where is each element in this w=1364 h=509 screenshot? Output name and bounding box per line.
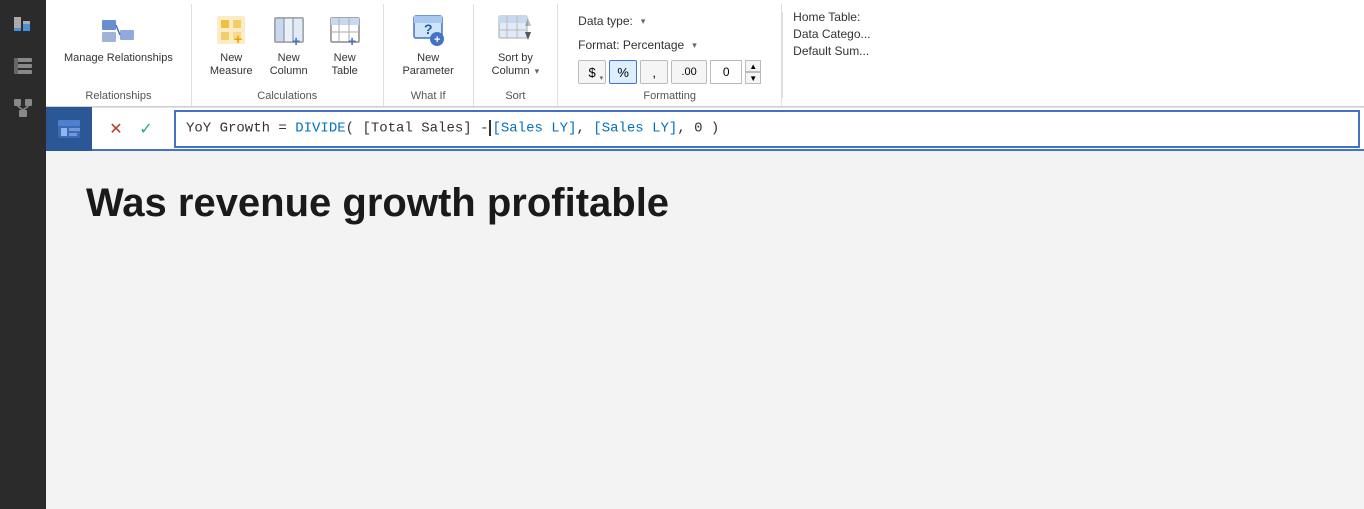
defaultsum-row: Default Sum...	[793, 44, 933, 58]
manage-relationships-label: Manage Relationships	[64, 52, 173, 65]
sort-by-column-label: Sort byColumn ▾	[492, 52, 540, 78]
svg-text:?: ?	[424, 21, 433, 37]
new-column-btn[interactable]: + NewColumn	[263, 8, 315, 82]
format-controls: $ ▾ % , .00 ▲ ▼	[572, 58, 767, 86]
defaultsum-label: Default Sum...	[793, 44, 869, 58]
comma-symbol: ,	[652, 65, 656, 80]
currency-btn[interactable]: $ ▾	[578, 60, 606, 84]
decimal-btn[interactable]: .00	[671, 60, 707, 84]
svg-text:+: +	[348, 33, 356, 46]
ribbon-group-relationships: Manage Relationships Relationships	[46, 4, 192, 106]
decimal-spinner[interactable]: ▲ ▼	[745, 60, 761, 84]
format-dropdown-arrow[interactable]: ▾	[692, 40, 697, 51]
formula-bar: ✕ ✓ YoY Growth = DIVIDE( [Total Sales] -…	[46, 107, 1364, 151]
model-view-icon[interactable]	[3, 88, 43, 128]
formatting-group-label: Formatting	[643, 88, 696, 106]
sort-by-column-icon	[497, 12, 533, 48]
ribbon-group-sort: Sort byColumn ▾ Sort	[474, 4, 559, 106]
new-table-label: NewTable	[332, 52, 358, 78]
new-column-icon: +	[271, 12, 307, 48]
report-view-icon[interactable]	[3, 4, 43, 44]
format-label: Format: Percentage	[578, 38, 684, 52]
currency-symbol: $	[589, 65, 596, 80]
whatif-group-label: What If	[411, 88, 446, 106]
svg-text:+: +	[234, 31, 242, 46]
svg-text:+: +	[434, 34, 440, 46]
sort-by-column-btn[interactable]: Sort byColumn ▾	[486, 8, 546, 82]
main-content: Manage Relationships Relationships	[46, 0, 1364, 509]
datatype-label: Data type:	[578, 14, 633, 28]
manage-relationships-icon	[100, 12, 136, 48]
formula-input[interactable]: YoY Growth = DIVIDE( [Total Sales] -[Sal…	[174, 110, 1360, 148]
relationships-group-label: Relationships	[85, 88, 151, 106]
svg-text:+: +	[292, 33, 300, 46]
canvas-title: Was revenue growth profitable	[86, 181, 1324, 225]
canvas-area: Was revenue growth profitable	[46, 151, 1364, 509]
new-measure-label: NewMeasure	[210, 52, 253, 78]
datatype-dropdown-arrow[interactable]: ▾	[641, 16, 646, 27]
sort-group-label: Sort	[505, 88, 525, 106]
formula-fn2: [Sales LY]	[492, 121, 576, 137]
ribbon-group-hometable: Home Table: Data Catego... Default Sum..…	[783, 4, 943, 106]
datacategory-row: Data Catego...	[793, 27, 933, 41]
decimal-increment-btn[interactable]: ▲	[745, 60, 761, 72]
decimal-symbol: .00	[682, 66, 697, 78]
new-parameter-icon: ? +	[410, 12, 446, 48]
format-row: Format: Percentage ▾	[572, 34, 767, 54]
hometable-row: Home Table:	[793, 10, 933, 24]
percent-btn[interactable]: %	[609, 60, 637, 84]
new-parameter-label: NewParameter	[402, 52, 453, 78]
formula-confirm-btn[interactable]: ✓	[132, 115, 160, 143]
new-table-icon: +	[327, 12, 363, 48]
new-column-label: NewColumn	[270, 52, 308, 78]
percent-symbol: %	[617, 65, 629, 80]
new-measure-btn[interactable]: + NewMeasure	[204, 8, 259, 82]
new-measure-icon: +	[213, 12, 249, 48]
formula-text: YoY Growth = DIVIDE( [Total Sales] -[Sal…	[186, 120, 719, 137]
datacategory-label: Data Catego...	[793, 27, 870, 41]
formula-cancel-btn[interactable]: ✕	[102, 115, 130, 143]
ribbon: Manage Relationships Relationships	[46, 0, 1364, 107]
formula-fn3: [Sales LY]	[593, 121, 677, 137]
hometable-label: Home Table:	[793, 10, 860, 24]
comma-btn[interactable]: ,	[640, 60, 668, 84]
new-parameter-btn[interactable]: ? + NewParameter	[396, 8, 459, 82]
ribbon-group-formatting: Data type: ▾ Format: Percentage ▾ $ ▾ %	[558, 4, 782, 106]
datatype-row: Data type: ▾	[572, 10, 767, 30]
manage-relationships-btn[interactable]: Manage Relationships	[58, 8, 179, 69]
formula-bar-icon	[46, 107, 92, 151]
sidebar	[0, 0, 46, 509]
new-table-btn[interactable]: + NewTable	[319, 8, 371, 82]
calculations-group-label: Calculations	[257, 88, 317, 106]
formula-actions: ✕ ✓	[92, 115, 170, 143]
formula-fn: DIVIDE	[295, 121, 345, 137]
decimal-decrement-btn[interactable]: ▼	[745, 72, 761, 84]
data-view-icon[interactable]	[3, 46, 43, 86]
decimal-places-input[interactable]	[710, 60, 742, 84]
ribbon-group-whatif: ? + NewParameter What If	[384, 4, 474, 106]
ribbon-group-calculations: + NewMeasure +	[192, 4, 384, 106]
